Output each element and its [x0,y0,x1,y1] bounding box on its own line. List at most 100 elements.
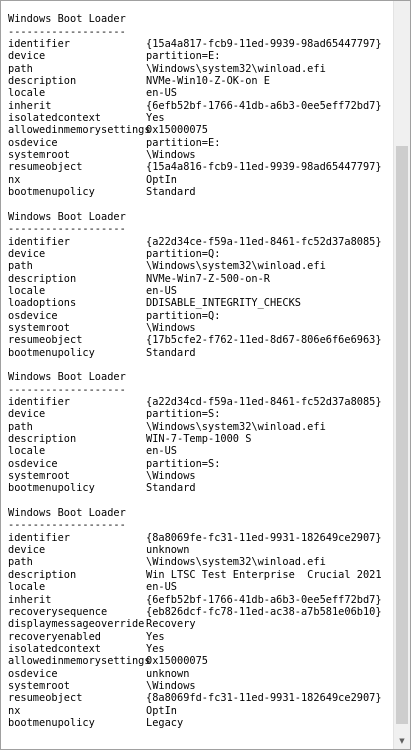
entry-key: path [8,62,33,75]
entry-value: Yes [146,630,165,643]
entry-key: resumeobject [8,161,83,174]
entry-value: \Windows [146,149,196,162]
entry-key: displaymessageoverride [8,618,145,631]
entry-row: displaymessageoverride Recovery [8,618,393,630]
entry-value: \Windows\system32\winload.efi [146,556,326,569]
section-header: Windows Boot Loader [8,371,126,384]
entry-row: systemroot \Windows [8,470,393,482]
entry-row: isolatedcontext Yes [8,112,393,124]
entry-value: partition=E: [146,136,221,149]
entry-row: path \Windows\system32\winload.efi [8,421,393,433]
entry-key: resumeobject [8,334,83,347]
entry-row: nx OptIn [8,174,393,186]
entry-value: \Windows\system32\winload.efi [146,62,326,75]
entry-value: Standard [146,346,196,359]
entry-key: recoverysequence [8,605,108,618]
entry-row: device partition=E: [8,50,393,62]
entry-key: osdevice [8,309,58,322]
entry-value: {15a4a816-fcb9-11ed-9939-98ad65447797} [146,161,382,174]
entry-value: {6efb52bf-1766-41db-a6b3-0ee5eff72bd7} [146,593,382,606]
entry-value: {6efb52bf-1766-41db-a6b3-0ee5eff72bd7} [146,99,382,112]
entry-value: en-US [146,87,177,100]
entry-value: partition=Q: [146,247,221,260]
chevron-down-icon[interactable]: ▼ [394,732,410,749]
entry-value: partition=Q: [146,309,221,322]
entry-value: {15a4a817-fcb9-11ed-9939-98ad65447797} [146,38,382,51]
entry-row: recoverysequence {eb826dcf-fc78-11ed-ac38… [8,606,393,618]
entry-row: path \Windows\system32\winload.efi [8,260,393,272]
entry-row: identifier {a22d34cd-f59a-11ed-8461-fc52d… [8,396,393,408]
entry-row: inherit {6efb52bf-1766-41db-a6b3-0ee5eff7… [8,594,393,606]
scroll-thumb[interactable] [396,146,408,724]
entry-key: device [8,50,46,63]
entry-key: allowedinmemorysettings [8,655,151,668]
entry-key: description [8,272,77,285]
entry-row: bootmenupolicy Standard [8,186,393,198]
entry-value: partition=S: [146,408,221,421]
console-output-window: Windows Boot Loader ------------------- id… [0,0,411,750]
boot-loader-section: Windows Boot Loader ------------------- id… [8,359,393,495]
entry-key: device [8,544,46,557]
entry-key: osdevice [8,667,58,680]
entry-value: {a22d34cd-f59a-11ed-8461-fc52d37a8085} [146,396,382,408]
entry-key: path [8,420,33,433]
entry-key: identifier [8,235,70,248]
entry-value: \Windows\system32\winload.efi [146,260,326,273]
vertical-scrollbar[interactable]: ▼ [393,1,410,749]
entry-key: systemroot [8,321,70,334]
entry-value: Yes [146,112,165,125]
entry-row: systemroot \Windows [8,680,393,692]
entry-row: resumeobject {17b5cfe2-f762-11ed-8d67-806… [8,334,393,346]
entry-key: systemroot [8,679,70,692]
entry-key: device [8,408,46,421]
boot-loader-list: Windows Boot Loader ------------------- id… [8,13,393,729]
entry-value: Yes [146,642,165,655]
entry-value: {17b5cfe2-f762-11ed-8d67-806e6f6e6963} [146,334,382,347]
entry-key: resumeobject [8,692,83,705]
entry-key: recoveryenabled [8,630,101,643]
entry-value: en-US [146,445,177,458]
section-separator: ------------------- [8,383,126,396]
entry-row: allowedinmemorysettings0x15000075 [8,655,393,667]
entry-row: locale en-US [8,87,393,99]
entry-row: locale en-US [8,445,393,457]
entry-row: device unknown [8,544,393,556]
section-header: Windows Boot Loader [8,210,126,223]
entry-row: description NVMe-Win10-Z-OK-on E [8,75,393,87]
entry-row: path \Windows\system32\winload.efi [8,556,393,568]
bcdedit-output: Windows Boot Loader ------------------- id… [1,1,393,749]
entry-value: {a22d34ce-f59a-11ed-8461-fc52d37a8085} [146,235,382,248]
entry-row: osdevice unknown [8,668,393,680]
entry-row: resumeobject {8a8069fd-fc31-11ed-9931-182… [8,692,393,704]
entry-key: bootmenupolicy [8,482,95,495]
entry-row: resumeobject {15a4a816-fcb9-11ed-9939-98a… [8,161,393,173]
entry-row: description Win LTSC Test Enterprise Cruc… [8,569,393,581]
entry-row: description WIN-7-Temp-1000 S [8,433,393,445]
entry-value: \Windows [146,470,196,483]
entry-row: bootmenupolicy Standard [8,482,393,494]
entry-value: {8a8069fe-fc31-11ed-9931-182649ce2907} [146,531,382,544]
entry-value: Standard [146,186,196,199]
entry-value: unknown [146,667,190,680]
entry-value: DDISABLE_INTEGRITY_CHECKS [146,297,301,310]
entry-row: device partition=S: [8,408,393,420]
entry-value: Standard [146,482,196,495]
entry-key: isolatedcontext [8,642,101,655]
boot-loader-section: Windows Boot Loader ------------------- id… [8,495,393,730]
entry-key: osdevice [8,457,58,470]
entry-key: allowedinmemorysettings [8,124,151,137]
entry-value: OptIn [146,173,177,186]
boot-loader-section: Windows Boot Loader ------------------- id… [8,199,393,359]
entry-row: nx OptIn [8,705,393,717]
entry-value: unknown [146,544,190,557]
entry-row: bootmenupolicy Legacy [8,717,393,729]
entry-key: identifier [8,396,70,408]
entry-value: partition=S: [146,457,221,470]
entry-value: Legacy [146,716,184,729]
entry-key: inherit [8,99,52,112]
entry-row: inherit {6efb52bf-1766-41db-a6b3-0ee5eff7… [8,100,393,112]
entry-row: isolatedcontext Yes [8,643,393,655]
entry-value: {8a8069fd-fc31-11ed-9931-182649ce2907} [146,692,382,705]
